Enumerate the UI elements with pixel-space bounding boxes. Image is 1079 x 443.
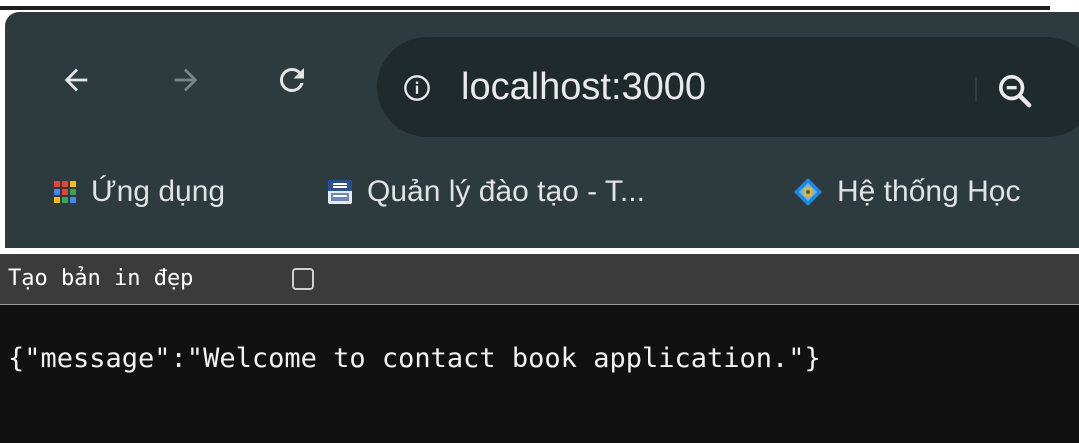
pretty-print-bar: Tạo bản in đẹp: [0, 254, 1079, 305]
pretty-print-label[interactable]: Tạo bản in đẹp: [8, 262, 193, 296]
bookmark-he-thong-hoc[interactable]: Hệ thống Học: [793, 169, 1020, 215]
reload-button[interactable]: [268, 56, 316, 104]
diamond-favicon: [794, 178, 822, 206]
cusc-uiis-favicon: [328, 180, 352, 204]
back-arrow-icon: [64, 68, 88, 92]
address-bar[interactable]: localhost:3000: [377, 37, 1079, 137]
top-strip: [0, 0, 1079, 12]
url-text[interactable]: localhost:3000: [461, 62, 706, 112]
browser-window: localhost:3000 Ứng dụng Quản lý đào tạo …: [0, 0, 1079, 443]
apps-grid-icon: [54, 181, 76, 203]
zoom-out-icon[interactable]: [995, 71, 1035, 111]
page-content: {"message":"Welcome to contact book appl…: [0, 305, 1079, 443]
forward-arrow-icon: [174, 68, 198, 92]
info-icon[interactable]: [403, 74, 431, 102]
browser-toolbar: localhost:3000: [5, 12, 1079, 142]
bookmark-apps[interactable]: Ứng dụng: [53, 169, 225, 215]
bookmarks-bar: Ứng dụng Quản lý đào tạo - T... Hệ thống…: [5, 142, 1079, 248]
bookmark-quan-ly-dao-tao[interactable]: Quản lý đào tạo - T...: [327, 169, 645, 215]
json-response-text: {"message":"Welcome to contact book appl…: [8, 343, 821, 374]
bookmark-label: Hệ thống Học: [837, 175, 1021, 208]
bookmark-label: Ứng dụng: [91, 175, 226, 208]
reload-icon: [279, 67, 304, 92]
pretty-print-checkbox[interactable]: [292, 268, 314, 290]
omnibox-divider: [975, 77, 977, 101]
back-button[interactable]: [52, 56, 100, 104]
forward-button[interactable]: [162, 56, 210, 104]
top-strip-line: [0, 6, 1050, 10]
bookmark-label: Quản lý đào tạo - T...: [367, 175, 645, 208]
